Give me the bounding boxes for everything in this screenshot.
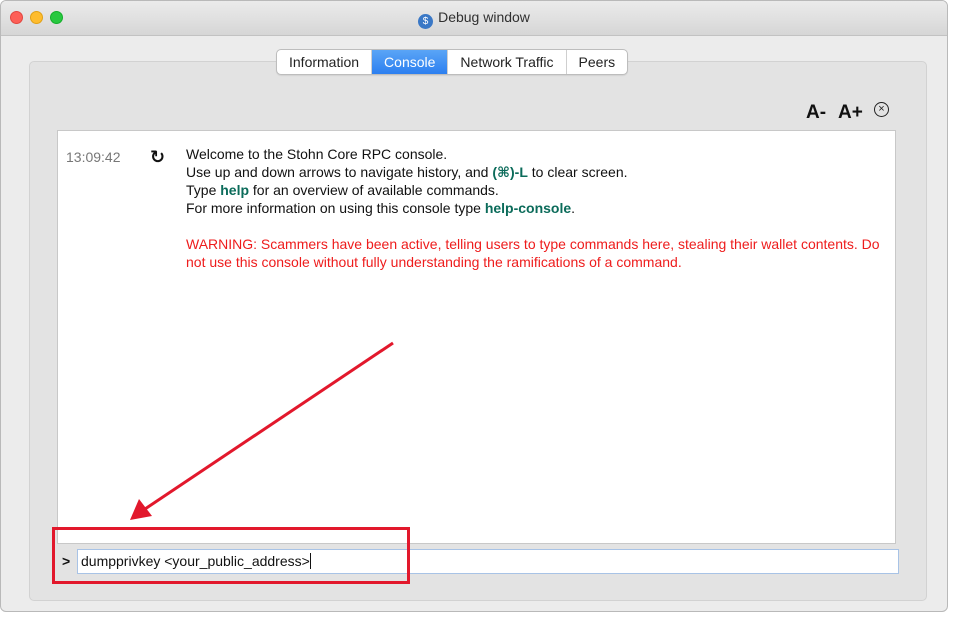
- annotation-arrow: [130, 341, 394, 520]
